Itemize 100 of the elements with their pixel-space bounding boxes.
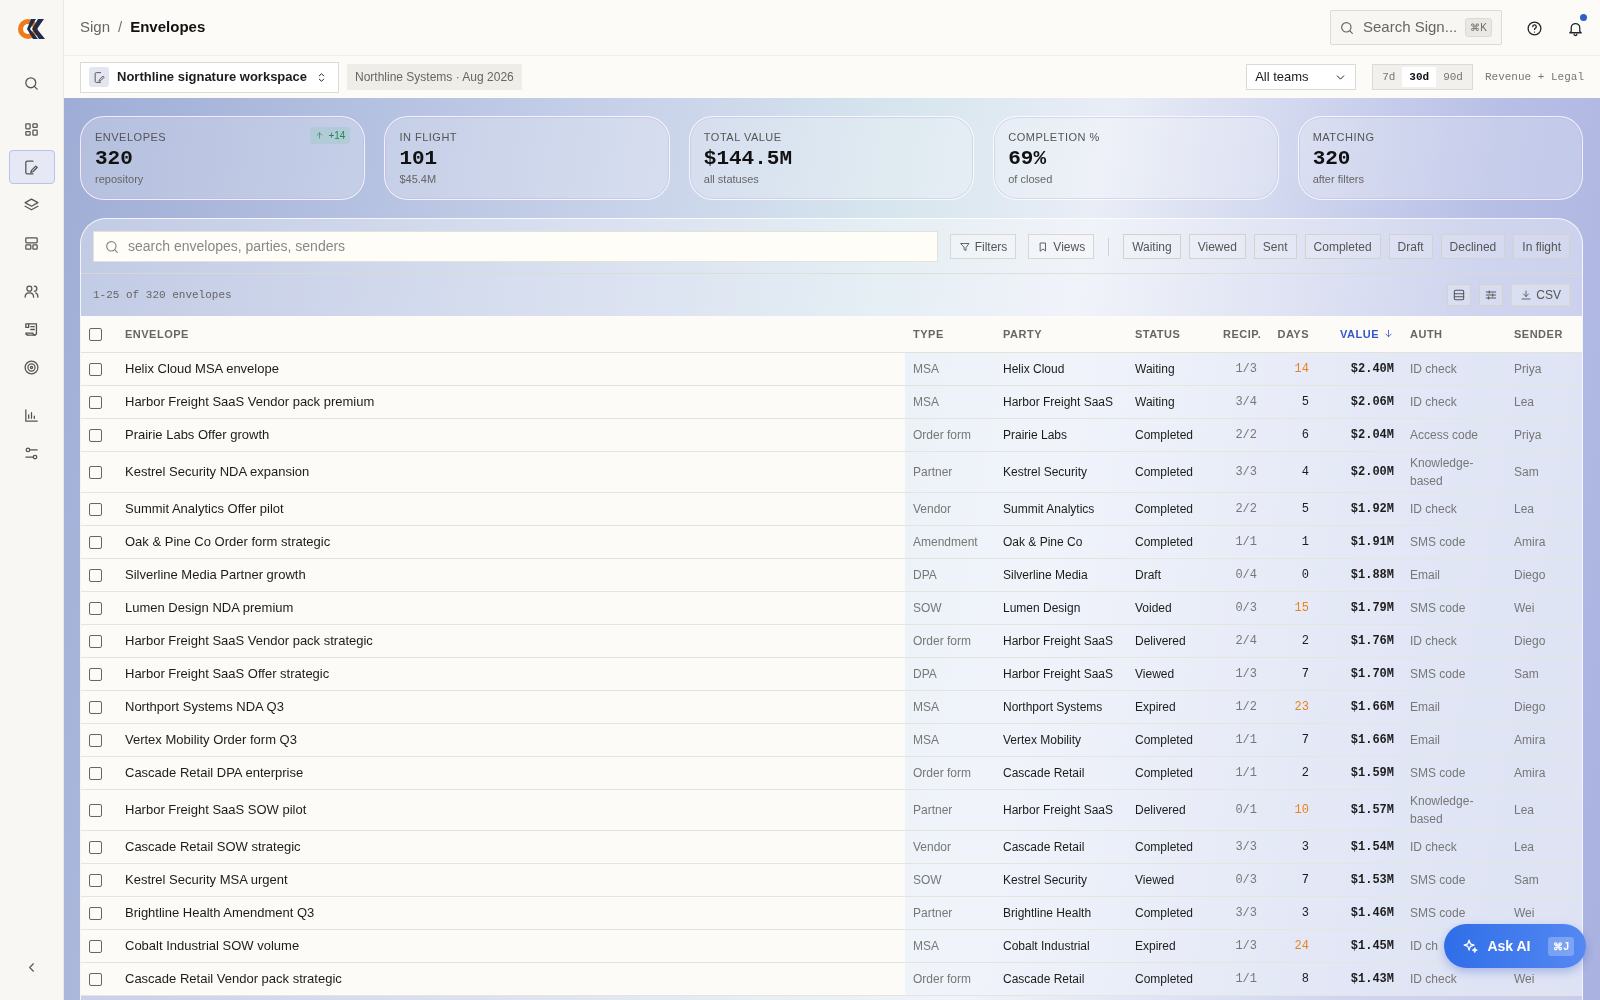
sender-cell: Diego (1514, 633, 1546, 648)
days-cell: 5 (1301, 394, 1309, 409)
breadcrumb-item[interactable]: Sign (80, 16, 111, 39)
column-header[interactable]: ENVELOPE (125, 325, 189, 342)
row-checkbox[interactable] (89, 972, 102, 986)
columns-settings-button[interactable] (1479, 284, 1504, 306)
row-checkbox[interactable] (89, 766, 102, 780)
days-cell: 4 (1301, 464, 1309, 479)
type-cell: Partner (913, 464, 953, 479)
value-cell: $1.88M (1350, 567, 1394, 582)
value-cell: $1.43M (1350, 971, 1394, 986)
team-select[interactable]: All teams (1246, 64, 1357, 90)
envelope-name[interactable]: Oak & Pine Co Order form strategic (125, 533, 331, 549)
row-checkbox[interactable] (89, 535, 102, 549)
row-checkbox[interactable] (89, 502, 102, 516)
row-checkbox[interactable] (89, 362, 102, 376)
ask-ai-button[interactable]: Ask AI ⌘J (1444, 924, 1586, 968)
envelope-name[interactable]: Silverline Media Partner growth (125, 566, 306, 582)
status-filter-chip[interactable]: Waiting (1123, 234, 1181, 259)
sender-cell: Amira (1514, 765, 1546, 780)
party-cell: Silverline Media (1003, 567, 1088, 582)
toolbar-button[interactable]: Views (1028, 234, 1095, 259)
envelope-name[interactable]: Northport Systems NDA Q3 (125, 698, 284, 714)
table-search-field[interactable]: search envelopes, parties, senders (93, 231, 938, 262)
row-checkbox[interactable] (89, 939, 102, 953)
days-cell: 3 (1301, 839, 1309, 854)
range-tab[interactable]: 90d (1436, 66, 1470, 88)
envelope-name[interactable]: Harbor Freight SaaS Offer strategic (125, 665, 330, 681)
layout-icon (23, 234, 40, 252)
recipients-cell: 0/4 (1235, 567, 1257, 582)
row-checkbox[interactable] (89, 634, 102, 648)
envelope-name[interactable]: Prairie Labs Offer growth (125, 426, 270, 442)
search-icon (1339, 19, 1355, 36)
party-cell: Oak & Pine Co (1003, 534, 1083, 549)
envelope-name[interactable]: Cascade Retail SOW strategic (125, 838, 301, 854)
envelope-name[interactable]: Brightline Health Amendment Q3 (125, 904, 315, 920)
row-checkbox[interactable] (89, 667, 102, 681)
envelope-name[interactable]: Helix Cloud MSA envelope (125, 360, 279, 376)
toolbar-button[interactable]: Filters (949, 234, 1017, 259)
party-cell: Cascade Retail (1003, 971, 1085, 986)
row-checkbox[interactable] (89, 733, 102, 747)
value-cell: $2.00M (1350, 464, 1394, 479)
range-tab[interactable]: 7d (1375, 66, 1403, 88)
logo-icon[interactable] (16, 16, 47, 42)
status-filter-chip[interactable]: Sent (1253, 234, 1297, 259)
type-cell: Partner (913, 802, 953, 817)
envelope-name[interactable]: Kestrel Security NDA expansion (125, 463, 310, 479)
party-cell: Cascade Retail (1003, 765, 1085, 780)
party-cell: Cascade Retail (1003, 839, 1085, 854)
kpi-label: IN FLIGHT (399, 130, 458, 145)
type-cell: MSA (913, 732, 939, 747)
select-all-checkbox[interactable] (89, 328, 102, 342)
party-cell: Harbor Freight SaaS (1003, 394, 1114, 409)
sidebar-nav-button[interactable] (8, 150, 55, 184)
column-header[interactable]: TYPE (913, 325, 944, 342)
row-checkbox[interactable] (89, 906, 102, 920)
sender-cell: Wei (1514, 971, 1535, 986)
row-checkbox[interactable] (89, 568, 102, 582)
row-checkbox[interactable] (89, 873, 102, 887)
csv-export-button[interactable]: CSV (1511, 284, 1570, 306)
status-filter-chip[interactable]: Viewed (1188, 234, 1246, 259)
value-cell: $1.76M (1350, 633, 1394, 648)
envelope-name[interactable]: Harbor Freight SaaS SOW pilot (125, 801, 307, 817)
type-cell: DPA (913, 567, 937, 582)
auth-cell: Email (1410, 699, 1440, 714)
envelope-name[interactable]: Cobalt Industrial SOW volume (125, 937, 300, 953)
search-icon (23, 74, 40, 92)
type-cell: Order form (913, 427, 971, 442)
kpi-label: TOTAL VALUE (703, 130, 782, 145)
days-cell: 15 (1294, 600, 1309, 615)
row-checkbox[interactable] (89, 428, 102, 442)
status-cell: Waiting (1135, 361, 1175, 376)
column-header[interactable]: PARTY (1003, 325, 1042, 342)
envelope-name[interactable]: Harbor Freight SaaS Vendor pack premium (125, 393, 375, 409)
envelope-name[interactable]: Summit Analytics Offer pilot (125, 500, 284, 516)
row-checkbox[interactable] (89, 395, 102, 409)
status-filter-chip[interactable]: In flight (1513, 234, 1570, 259)
workspace-select[interactable]: Northline signature workspace (80, 61, 339, 93)
value-cell: $1.57M (1350, 802, 1394, 817)
row-checkbox[interactable] (89, 803, 102, 817)
auth-cell: Access code (1410, 427, 1479, 442)
status-filter-chip[interactable]: Draft (1388, 234, 1433, 259)
global-search-field[interactable]: Search Sign... ⌘K (1330, 10, 1502, 45)
column-header[interactable]: AUTH (1410, 325, 1443, 342)
status-filter-chip[interactable]: Declined (1440, 234, 1506, 259)
status-filter-chip[interactable]: Completed (1304, 234, 1381, 259)
envelope-name[interactable]: Cascade Retail DPA enterprise (125, 764, 304, 780)
envelope-name[interactable]: Vertex Mobility Order form Q3 (125, 731, 297, 747)
sender-cell: Lea (1514, 394, 1535, 409)
envelope-name[interactable]: Lumen Design NDA premium (125, 599, 294, 615)
envelope-name[interactable]: Kestrel Security MSA urgent (125, 871, 288, 887)
density-button[interactable] (1447, 284, 1472, 306)
envelope-name[interactable]: Harbor Freight SaaS Vendor pack strategic (125, 632, 373, 648)
row-checkbox[interactable] (89, 840, 102, 854)
status-cell: Draft (1135, 567, 1161, 582)
row-checkbox[interactable] (89, 700, 102, 714)
envelope-name[interactable]: Cascade Retail Vendor pack strategic (125, 970, 342, 986)
row-checkbox[interactable] (89, 465, 102, 479)
row-checkbox[interactable] (89, 601, 102, 615)
range-tab[interactable]: 30d (1402, 66, 1437, 88)
